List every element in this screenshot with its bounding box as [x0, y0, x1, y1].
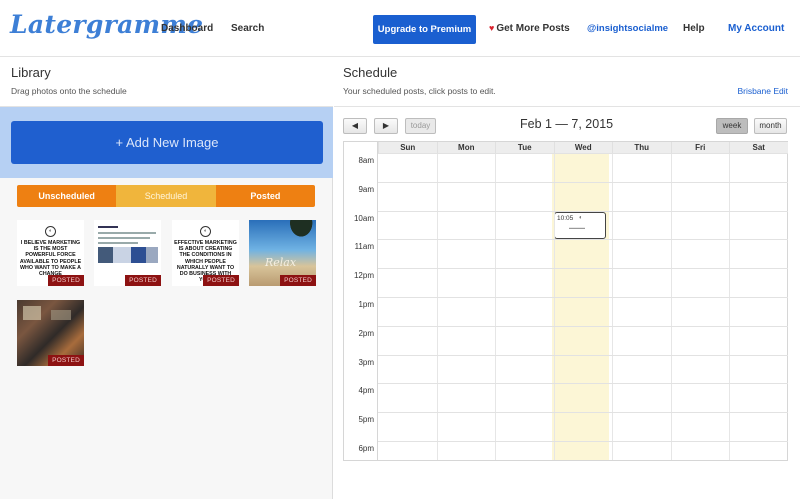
day-header-wed: Wed [553, 142, 612, 153]
tab-posted[interactable]: Posted [215, 185, 315, 207]
library-title: Library [11, 65, 51, 80]
scheduled-post-event[interactable]: 10:05 ◐ ▬▬▬▬ [554, 212, 606, 239]
hour-row-line [378, 325, 788, 327]
instagram-account-link[interactable]: @insightsocialme [587, 23, 668, 34]
library-subtitle: Drag photos onto the schedule [11, 86, 127, 96]
hour-row-line [378, 412, 788, 414]
prev-week-button[interactable]: ◀ [343, 118, 367, 134]
schedule-subtitle: Your scheduled posts, click posts to edi… [343, 86, 496, 96]
add-new-image-button[interactable]: + Add New Image [11, 121, 323, 164]
thumbnail-quote-text: I BELIEVE MARKETING IS THE MOST POWERFUL… [19, 240, 82, 277]
chevron-left-icon: ◀ [351, 121, 359, 130]
quote-logo-icon: ◐ [200, 226, 211, 237]
day-header-sat: Sat [729, 142, 788, 153]
calendar-date-range: Feb 1 — 7, 2015 [520, 117, 614, 131]
my-account-link[interactable]: My Account [728, 23, 784, 34]
library-panel: Library Drag photos onto the schedule + … [0, 57, 333, 499]
hour-row-line [378, 297, 788, 298]
hour-label: 2pm [358, 328, 374, 338]
nav-dashboard-link[interactable]: Dashboard [161, 23, 213, 34]
day-header-mon: Mon [436, 142, 495, 153]
get-more-posts-link[interactable]: ♥ Get More Posts [489, 23, 570, 34]
day-header-fri: Fri [670, 142, 729, 153]
day-column-divider [729, 153, 730, 460]
hour-row-line [378, 383, 788, 385]
tab-scheduled[interactable]: Scheduled [116, 185, 216, 207]
day-column-divider [612, 153, 613, 460]
get-more-posts-label: Get More Posts [496, 23, 570, 34]
next-week-button[interactable]: ▶ [374, 118, 398, 134]
posted-badge: POSTED [203, 275, 239, 286]
schedule-panel: Schedule Your scheduled posts, click pos… [334, 57, 800, 499]
day-column-divider [670, 153, 672, 460]
library-thumbnail[interactable]: ◐ I BELIEVE MARKETING IS THE MOST POWERF… [17, 220, 84, 286]
day-column-divider [436, 153, 438, 460]
quote-logo-icon: ◐ [45, 226, 56, 237]
timezone-edit-link[interactable]: Brisbane Edit [737, 86, 788, 96]
hour-label: 12pm [353, 271, 374, 281]
upgrade-premium-button[interactable]: Upgrade to Premium [373, 15, 476, 44]
chevron-right-icon: ▶ [382, 121, 390, 130]
week-view-button[interactable]: week [716, 118, 748, 134]
month-view-button[interactable]: month [754, 118, 787, 134]
hour-label: 10am [353, 213, 374, 223]
library-thumbnail[interactable]: POSTED [17, 300, 84, 366]
hour-row-line [378, 441, 788, 442]
hour-label: 8am [358, 156, 374, 165]
week-calendar-grid[interactable]: 10:05 ◐ ▬▬▬▬ Sun Mon Tue Wed Thu Fri Sat 8am 9am… [343, 141, 788, 461]
hour-label: 5pm [358, 415, 374, 425]
today-button[interactable]: today [405, 118, 436, 134]
hour-label: 11am [354, 242, 374, 252]
hour-label: 4pm [358, 386, 374, 396]
schedule-header: Schedule Your scheduled posts, click pos… [334, 57, 800, 107]
day-column-divider [553, 153, 555, 460]
hour-row-line [378, 153, 788, 154]
photo-overlay-text: Relax [265, 256, 297, 269]
posted-badge: POSTED [48, 355, 84, 366]
help-link[interactable]: Help [683, 23, 705, 34]
day-header-tue: Tue [495, 142, 554, 153]
library-header: Library Drag photos onto the schedule [0, 57, 333, 107]
hour-row-line [378, 239, 788, 241]
hour-label: 9am [358, 184, 374, 194]
today-column-highlight [552, 153, 609, 460]
hour-row-line [378, 181, 788, 183]
hour-label: 3pm [358, 357, 374, 367]
posted-badge: POSTED [125, 275, 161, 286]
day-header-sun: Sun [378, 142, 437, 153]
hour-row-line [378, 210, 788, 212]
posted-badge: POSTED [280, 275, 316, 286]
posted-badge: POSTED [48, 275, 84, 286]
nav-search-link[interactable]: Search [231, 23, 264, 34]
hour-row-line [378, 354, 788, 356]
top-navigation: Latergramme Dashboard Search Upgrade to … [0, 0, 800, 57]
heart-icon: ♥ [489, 23, 495, 33]
schedule-title: Schedule [343, 65, 398, 80]
event-time: 10:05 [557, 215, 574, 222]
upload-drop-zone[interactable]: + Add New Image [0, 107, 333, 178]
day-header-thu: Thu [612, 142, 671, 153]
event-preview: ▬▬▬▬ [569, 225, 585, 230]
day-column-divider [495, 153, 496, 460]
library-thumbnail[interactable]: POSTED [94, 220, 161, 286]
library-thumbnail[interactable]: ◐ EFFECTIVE MARKETING IS ABOUT CREATING … [172, 220, 239, 286]
hour-label: 6pm [358, 444, 374, 453]
hour-label: 1pm [358, 300, 374, 309]
library-thumbnail[interactable]: Relax POSTED [249, 220, 316, 286]
hour-row-line [378, 268, 788, 270]
post-thumbnail-icon: ◐ [579, 215, 583, 221]
library-filter-tabs: Unscheduled Scheduled Posted [17, 185, 315, 207]
tab-unscheduled[interactable]: Unscheduled [17, 185, 117, 207]
